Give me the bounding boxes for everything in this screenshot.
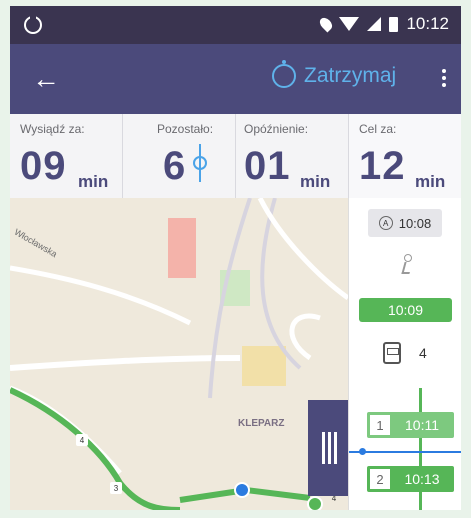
stop-index: 2 (370, 469, 390, 489)
stat-unit: min (300, 172, 331, 191)
bus-departure-time: 10:09 (359, 298, 452, 322)
stat-label: Opóźnienie: (244, 122, 309, 136)
handle-grip (334, 432, 337, 464)
stop-time: 10:11 (405, 417, 439, 433)
bus-icon (383, 342, 401, 364)
current-location-marker (234, 482, 250, 498)
stat-remaining: Pozostało: 6 (123, 114, 236, 198)
stop-index: 1 (370, 415, 390, 435)
menu-dot (442, 76, 446, 80)
status-icons: 10:12 (317, 14, 449, 34)
map-graphics (10, 198, 348, 510)
overflow-menu-button[interactable] (441, 66, 447, 90)
stat-value: 09 (20, 144, 67, 188)
walk-icon (399, 254, 413, 274)
status-time: 10:12 (406, 14, 449, 33)
wifi-icon (339, 17, 360, 31)
stop-button-label: Zatrzymaj (304, 64, 397, 87)
stop-button[interactable]: Zatrzymaj (272, 60, 397, 88)
bus-line-row: 4 (383, 342, 427, 364)
start-time: 10:08 (398, 215, 432, 231)
menu-dot (442, 69, 446, 73)
stat-label: Pozostało: (157, 122, 214, 136)
status-bar: 10:12 (10, 6, 461, 44)
stat-destination-in: Cel za: 12 min (349, 114, 461, 198)
stat-value: 12 (359, 144, 406, 188)
app-frame: 10:12 ← Zatrzymaj Wysiądź za: 09 min Poz… (10, 6, 461, 510)
route-number-badge: 3 (110, 482, 122, 494)
current-position-dot (359, 448, 366, 455)
stop-row[interactable]: 2 10:13 (367, 466, 454, 492)
map-block-yellow (242, 346, 286, 386)
map-view[interactable]: Włocławska KLEPARZ 4 3 4 (10, 198, 348, 510)
handle-grip (328, 432, 331, 464)
sync-icon (24, 13, 42, 34)
battery-icon (389, 16, 399, 32)
stat-unit: min (415, 172, 446, 191)
route-number-badge: 4 (76, 434, 88, 446)
start-point-icon: A (378, 216, 393, 230)
stop-row[interactable]: 1 10:11 (367, 412, 454, 438)
stat-unit: min (78, 172, 109, 191)
signal-icon (367, 17, 382, 31)
stat-value: 01 (244, 144, 291, 188)
trip-stats-bar: Wysiądź za: 09 min Pozostało: 6 Opóźnien… (10, 114, 461, 199)
handle-grip (322, 432, 325, 464)
stat-value: 6 (163, 144, 187, 188)
map-block-red (168, 218, 196, 278)
district-label: KLEPARZ (238, 418, 285, 429)
panel-drag-handle[interactable] (308, 400, 348, 496)
stop-time: 10:13 (404, 471, 440, 487)
bus-line-number: 4 (419, 345, 427, 361)
stat-delay: Opóźnienie: 01 min (236, 114, 349, 198)
stat-get-off-in: Wysiądź za: 09 min (10, 114, 123, 198)
itinerary-panel: A 10:08 10:09 4 1 10:11 2 10:13 (348, 198, 461, 510)
stops-remaining-icon (193, 144, 207, 182)
back-button[interactable]: ← (32, 64, 62, 94)
menu-dot (442, 83, 446, 87)
start-time-pill: A 10:08 (368, 209, 442, 237)
destination-marker (307, 496, 323, 510)
stat-label: Cel za: (359, 122, 397, 136)
location-icon (317, 15, 335, 33)
app-bar: ← Zatrzymaj (10, 44, 461, 114)
stop-navigation-icon (272, 60, 296, 88)
stat-label: Wysiądź za: (20, 122, 85, 136)
